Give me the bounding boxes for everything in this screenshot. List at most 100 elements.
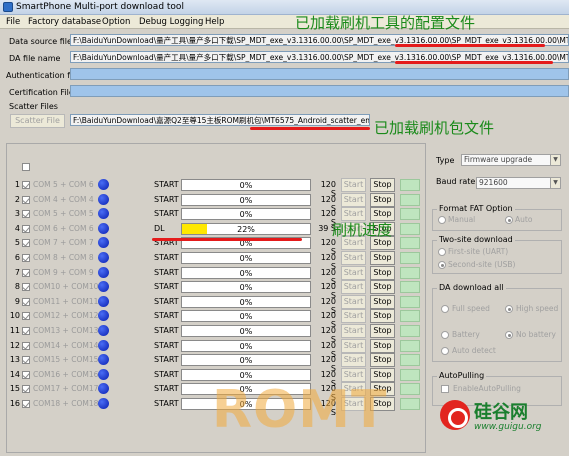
port-result-indicator bbox=[400, 281, 420, 294]
port-status-dot bbox=[98, 266, 109, 278]
annotation-package-loaded: 已加载刷机包文件 bbox=[374, 119, 495, 137]
port-checkbox[interactable] bbox=[22, 210, 30, 219]
first-site-label: First-site (UART) bbox=[448, 247, 509, 256]
port-start-button[interactable]: Start bbox=[341, 324, 366, 338]
port-checkbox[interactable] bbox=[22, 312, 30, 321]
port-checkbox[interactable] bbox=[22, 195, 30, 204]
port-status-text: START bbox=[154, 399, 179, 408]
port-progress-bar: 0% bbox=[181, 193, 311, 206]
port-progress-bar: 0% bbox=[181, 179, 311, 191]
port-stop-button[interactable]: Stop bbox=[370, 353, 395, 368]
high-speed-label: High speed bbox=[516, 304, 559, 313]
select-all-checkbox[interactable] bbox=[22, 163, 30, 171]
port-status-dot bbox=[98, 208, 109, 220]
port-start-button[interactable]: Start bbox=[341, 309, 366, 324]
first-site-radio[interactable] bbox=[438, 248, 446, 256]
underline-data-source bbox=[395, 44, 545, 47]
menu-option[interactable]: Option bbox=[102, 17, 130, 27]
second-site-radio[interactable] bbox=[438, 261, 446, 269]
port-number: 14 bbox=[9, 369, 20, 379]
port-stop-button[interactable]: Stop bbox=[370, 324, 395, 338]
port-start-button[interactable]: Start bbox=[341, 192, 366, 207]
port-status-dot bbox=[98, 383, 109, 395]
port-start-button[interactable]: Start bbox=[341, 178, 366, 192]
cert-file-field[interactable] bbox=[70, 85, 569, 97]
two-site-group: Two-site download First-site (UART) Seco… bbox=[432, 235, 562, 274]
format-manual-label: Manual bbox=[448, 215, 476, 224]
port-stop-button[interactable]: Stop bbox=[370, 178, 395, 192]
scatter-file-field[interactable]: F:\BaiduYunDownload\嘉源Q2至尊15主板ROM刷机包\MT6… bbox=[70, 114, 370, 126]
baud-rate-select[interactable]: 921600 ▼ bbox=[476, 177, 561, 189]
baud-rate-value: 921600 bbox=[479, 178, 508, 187]
port-row: 2 COM 4 + COM 4 START 0% 120 S Start Stop bbox=[8, 192, 420, 213]
port-com-label: COM 5 + COM 5 bbox=[33, 209, 94, 219]
port-number: 7 bbox=[14, 267, 20, 277]
port-start-button[interactable]: Start bbox=[341, 353, 366, 368]
port-checkbox[interactable] bbox=[22, 341, 30, 350]
port-start-button[interactable]: Start bbox=[341, 280, 366, 295]
port-stop-button[interactable]: Stop bbox=[370, 309, 395, 324]
port-stop-button[interactable]: Stop bbox=[370, 251, 395, 265]
underline-scatter bbox=[250, 127, 370, 130]
port-status-dot bbox=[98, 179, 109, 190]
port-checkbox[interactable] bbox=[22, 283, 30, 292]
port-com-label: COM 9 + COM 9 bbox=[33, 267, 94, 277]
port-start-button[interactable]: Start bbox=[341, 294, 366, 309]
menu-factory-database[interactable]: Factory database bbox=[28, 17, 101, 27]
auto-detect-radio[interactable] bbox=[441, 347, 449, 355]
port-checkbox[interactable] bbox=[22, 224, 30, 233]
scatter-file-button[interactable]: Scatter File bbox=[10, 114, 65, 128]
enable-autopulling-checkbox[interactable] bbox=[441, 385, 449, 393]
full-speed-radio[interactable] bbox=[441, 305, 449, 313]
port-result-indicator bbox=[400, 266, 420, 279]
port-number: 10 bbox=[9, 311, 20, 321]
format-auto-radio[interactable] bbox=[505, 216, 513, 224]
enable-autopulling-label: EnableAutoPulling bbox=[453, 384, 521, 393]
port-checkbox[interactable] bbox=[22, 181, 30, 189]
port-com-label: COM10 + COM10 bbox=[33, 282, 99, 292]
two-site-title: Two-site download bbox=[437, 235, 515, 244]
port-stop-button[interactable]: Stop bbox=[370, 192, 395, 207]
format-manual-radio[interactable] bbox=[438, 216, 446, 224]
port-stop-button[interactable]: Stop bbox=[370, 265, 395, 280]
port-checkbox[interactable] bbox=[22, 268, 30, 277]
auth-file-field[interactable] bbox=[70, 68, 569, 80]
port-start-button[interactable]: Start bbox=[341, 338, 366, 353]
port-result-indicator bbox=[400, 354, 420, 367]
port-checkbox[interactable] bbox=[22, 356, 30, 365]
app-icon bbox=[3, 2, 13, 12]
format-fat-group: Format FAT Option Manual Auto bbox=[432, 204, 562, 231]
port-checkbox[interactable] bbox=[22, 297, 30, 306]
scatter-group-label: Scatter Files bbox=[9, 102, 58, 111]
menu-file[interactable]: File bbox=[6, 17, 20, 27]
underline-progress bbox=[152, 238, 302, 241]
port-number: 8 bbox=[14, 282, 20, 292]
port-stop-button[interactable]: Stop bbox=[370, 294, 395, 309]
port-com-label: COM14 + COM14 bbox=[33, 340, 99, 350]
port-progress-percent: 0% bbox=[239, 370, 253, 380]
menu-debug-logging[interactable]: Debug Logging bbox=[139, 17, 203, 27]
port-checkbox[interactable] bbox=[22, 254, 30, 262]
menu-help[interactable]: Help bbox=[205, 17, 224, 27]
port-checkbox[interactable] bbox=[22, 327, 30, 335]
type-select-value: Firmware upgrade bbox=[464, 155, 533, 164]
port-progress-bar: 22% bbox=[181, 222, 311, 235]
port-status-dot bbox=[98, 252, 109, 263]
port-status-text: START bbox=[154, 253, 179, 262]
type-select[interactable]: Firmware upgrade ▼ bbox=[461, 154, 561, 166]
port-progress-percent: 0% bbox=[239, 341, 253, 351]
port-start-button[interactable]: Start bbox=[341, 265, 366, 280]
battery-radio[interactable] bbox=[441, 331, 449, 339]
port-progress-bar: 0% bbox=[181, 266, 311, 279]
port-stop-button[interactable]: Stop bbox=[370, 280, 395, 295]
port-checkbox[interactable] bbox=[22, 239, 30, 248]
port-checkbox[interactable] bbox=[22, 385, 30, 394]
port-progress-bar: 0% bbox=[181, 281, 311, 294]
port-checkbox[interactable] bbox=[22, 400, 30, 408]
port-stop-button[interactable]: Stop bbox=[370, 338, 395, 353]
port-status-text: START bbox=[154, 311, 179, 321]
port-checkbox[interactable] bbox=[22, 370, 30, 379]
high-speed-radio[interactable] bbox=[505, 305, 513, 313]
port-start-button[interactable]: Start bbox=[341, 251, 366, 265]
no-battery-radio[interactable] bbox=[505, 331, 513, 339]
